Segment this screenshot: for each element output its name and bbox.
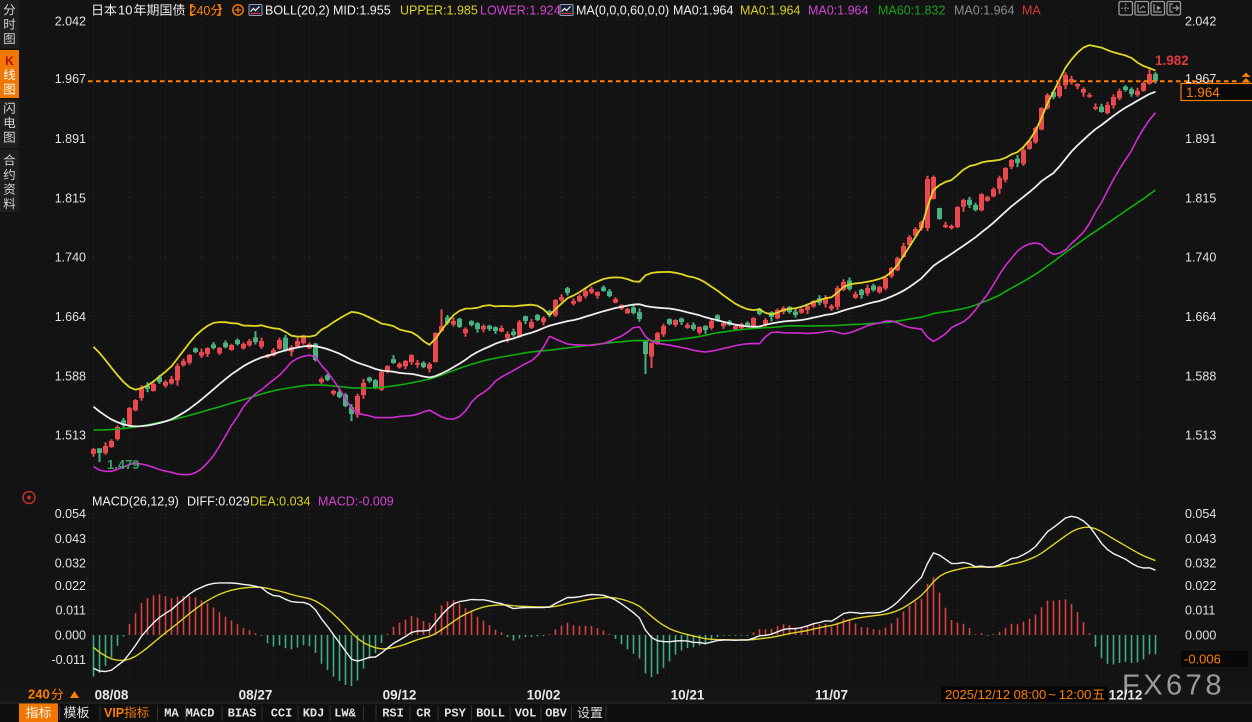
svg-text:11/07: 11/07 bbox=[815, 687, 848, 702]
svg-text:2025/12/12 08:00: 2025/12/12 08:00 bbox=[945, 687, 1046, 702]
svg-text:K: K bbox=[5, 54, 14, 68]
svg-text:0.022: 0.022 bbox=[55, 579, 86, 593]
svg-text:MA0:1.964: MA0:1.964 bbox=[673, 3, 734, 17]
svg-text:10/21: 10/21 bbox=[671, 687, 705, 702]
svg-text:1.891: 1.891 bbox=[55, 132, 86, 146]
svg-text:MACD: MACD bbox=[186, 707, 215, 721]
svg-text:DEA:0.034: DEA:0.034 bbox=[250, 494, 311, 508]
svg-text:1.513: 1.513 bbox=[55, 428, 86, 442]
svg-text:1.588: 1.588 bbox=[55, 370, 86, 384]
svg-text:0.032: 0.032 bbox=[1185, 557, 1216, 571]
svg-text:VIP: VIP bbox=[104, 706, 124, 720]
svg-text:MACD:-0.009: MACD:-0.009 bbox=[318, 494, 394, 508]
svg-text:MA0:1.964: MA0:1.964 bbox=[740, 3, 801, 17]
svg-text:12:00: 12:00 bbox=[1059, 687, 1092, 702]
svg-text:1.967: 1.967 bbox=[55, 72, 86, 86]
svg-text:2.042: 2.042 bbox=[1185, 14, 1216, 28]
svg-text:MA60:1.832: MA60:1.832 bbox=[878, 3, 945, 17]
svg-text:1.588: 1.588 bbox=[1185, 370, 1216, 384]
svg-text:1.964: 1.964 bbox=[1186, 85, 1220, 100]
svg-text:MA: MA bbox=[1022, 3, 1041, 17]
svg-text:MA: MA bbox=[164, 707, 179, 721]
svg-text:MA(0,0,0,60,0,0): MA(0,0,0,60,0,0) bbox=[576, 3, 669, 17]
svg-text:240: 240 bbox=[28, 687, 50, 702]
svg-text:1.740: 1.740 bbox=[55, 250, 86, 264]
svg-text:0.011: 0.011 bbox=[1185, 604, 1215, 618]
svg-text:1.664: 1.664 bbox=[55, 310, 86, 324]
svg-text:RSI: RSI bbox=[382, 707, 404, 721]
svg-text:LOWER:1.924: LOWER:1.924 bbox=[480, 3, 561, 17]
svg-text:09/12: 09/12 bbox=[383, 687, 417, 702]
svg-text:1.664: 1.664 bbox=[1185, 310, 1216, 324]
svg-text:~: ~ bbox=[1048, 687, 1056, 702]
svg-text:1.479: 1.479 bbox=[107, 457, 140, 472]
svg-text:KDJ: KDJ bbox=[303, 707, 325, 721]
svg-text:0.043: 0.043 bbox=[55, 532, 86, 546]
svg-text:-0.011: -0.011 bbox=[51, 653, 86, 667]
svg-text:CR: CR bbox=[416, 707, 431, 721]
svg-text:1.891: 1.891 bbox=[1185, 132, 1216, 146]
svg-text:BIAS: BIAS bbox=[228, 707, 257, 721]
svg-text:MACD(26,12,9): MACD(26,12,9) bbox=[92, 494, 179, 508]
svg-text:0.022: 0.022 bbox=[1185, 579, 1216, 593]
svg-text:VOL: VOL bbox=[515, 707, 537, 721]
svg-text:OBV: OBV bbox=[545, 707, 567, 721]
svg-text:LW&: LW& bbox=[334, 707, 356, 721]
svg-text:0.000: 0.000 bbox=[1185, 628, 1216, 642]
svg-text:2.042: 2.042 bbox=[55, 14, 86, 28]
svg-text:08/27: 08/27 bbox=[239, 687, 273, 702]
svg-text:0.011: 0.011 bbox=[56, 604, 86, 618]
svg-text:PSY: PSY bbox=[444, 707, 466, 721]
svg-text:0.000: 0.000 bbox=[55, 628, 86, 642]
svg-text:DIFF:0.029: DIFF:0.029 bbox=[187, 494, 250, 508]
svg-text:BOLL(20,2): BOLL(20,2) bbox=[265, 3, 330, 17]
svg-text:1.815: 1.815 bbox=[55, 192, 86, 206]
svg-text:CCI: CCI bbox=[271, 707, 293, 721]
svg-text:1.513: 1.513 bbox=[1185, 428, 1216, 442]
svg-text:10/02: 10/02 bbox=[527, 687, 561, 702]
svg-text:0.032: 0.032 bbox=[55, 557, 86, 571]
svg-text:12/12: 12/12 bbox=[1109, 687, 1143, 702]
svg-text:UPPER:1.985: UPPER:1.985 bbox=[400, 3, 478, 17]
svg-text:08/08: 08/08 bbox=[95, 687, 129, 702]
svg-text:1.815: 1.815 bbox=[1185, 192, 1216, 206]
svg-text:MID:1.955: MID:1.955 bbox=[333, 3, 391, 17]
svg-text:1.982: 1.982 bbox=[1155, 53, 1189, 68]
svg-text:1.740: 1.740 bbox=[1185, 250, 1216, 264]
svg-text:MA0:1.964: MA0:1.964 bbox=[954, 3, 1015, 17]
svg-text:10: 10 bbox=[118, 3, 132, 18]
svg-text:BOLL: BOLL bbox=[476, 707, 505, 721]
svg-text:0.054: 0.054 bbox=[55, 507, 86, 521]
svg-text:-0.006: -0.006 bbox=[1184, 652, 1221, 667]
svg-text:0.043: 0.043 bbox=[1185, 532, 1216, 546]
svg-text:MA0:1.964: MA0:1.964 bbox=[808, 3, 869, 17]
svg-text:240: 240 bbox=[190, 4, 211, 18]
svg-text:0.054: 0.054 bbox=[1185, 507, 1216, 521]
